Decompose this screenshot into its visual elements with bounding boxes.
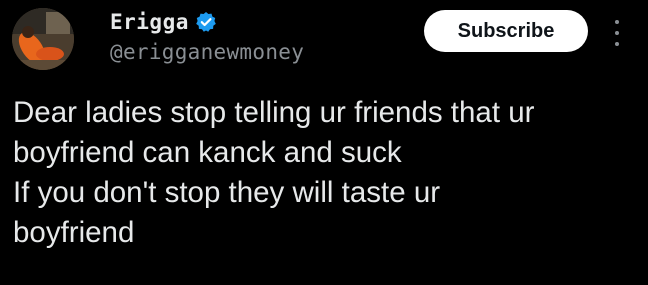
post-line: boyfriend can kanck and suck (13, 136, 402, 169)
post-line: Dear ladies stop telling ur friends that… (13, 96, 535, 129)
post-line: If you don't stop they will taste ur (13, 176, 441, 209)
avatar[interactable] (12, 8, 74, 70)
post-text: Dear ladies stop telling ur friends that… (13, 93, 638, 253)
subscribe-button[interactable]: Subscribe (424, 10, 588, 52)
display-name[interactable]: Erigga (110, 10, 189, 34)
more-options-icon[interactable] (610, 20, 624, 46)
name-row: Erigga (110, 8, 304, 36)
more-dot (615, 42, 619, 46)
verified-badge-icon (195, 11, 217, 33)
tweet-card: Erigga @erigganewmoney Subscribe Dear la… (0, 0, 648, 285)
post-line: boyfriend (13, 216, 135, 249)
more-dot (615, 31, 619, 35)
handle[interactable]: @erigganewmoney (110, 40, 304, 64)
author-info: Erigga @erigganewmoney (110, 8, 304, 70)
more-dot (615, 20, 619, 24)
avatar-image (12, 8, 74, 70)
